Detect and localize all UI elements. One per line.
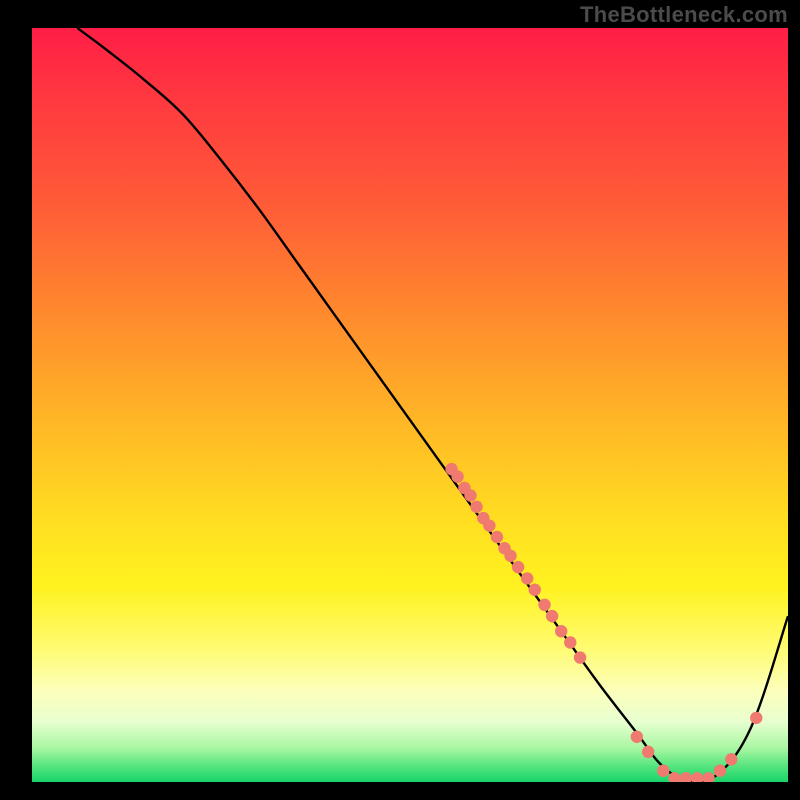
data-marker bbox=[451, 470, 463, 482]
data-marker bbox=[464, 489, 476, 501]
data-marker bbox=[529, 584, 541, 596]
data-marker bbox=[750, 712, 762, 724]
chart-frame: TheBottleneck.com bbox=[0, 0, 800, 800]
data-marker bbox=[714, 764, 726, 776]
data-marker bbox=[564, 636, 576, 648]
data-marker bbox=[470, 501, 482, 513]
bottleneck-curve bbox=[32, 28, 788, 782]
data-markers bbox=[445, 463, 762, 782]
data-marker bbox=[491, 531, 503, 543]
data-marker bbox=[642, 746, 654, 758]
curve-line bbox=[77, 28, 788, 782]
data-marker bbox=[538, 599, 550, 611]
data-marker bbox=[725, 753, 737, 765]
data-marker bbox=[483, 519, 495, 531]
plot-area bbox=[32, 28, 788, 782]
watermark-text: TheBottleneck.com bbox=[580, 2, 788, 28]
data-marker bbox=[680, 772, 692, 782]
data-marker bbox=[512, 561, 524, 573]
data-marker bbox=[574, 651, 586, 663]
data-marker bbox=[521, 572, 533, 584]
data-marker bbox=[702, 772, 714, 782]
data-marker bbox=[546, 610, 558, 622]
data-marker bbox=[691, 772, 703, 782]
data-marker bbox=[631, 731, 643, 743]
data-marker bbox=[504, 550, 516, 562]
data-marker bbox=[657, 764, 669, 776]
data-marker bbox=[555, 625, 567, 637]
